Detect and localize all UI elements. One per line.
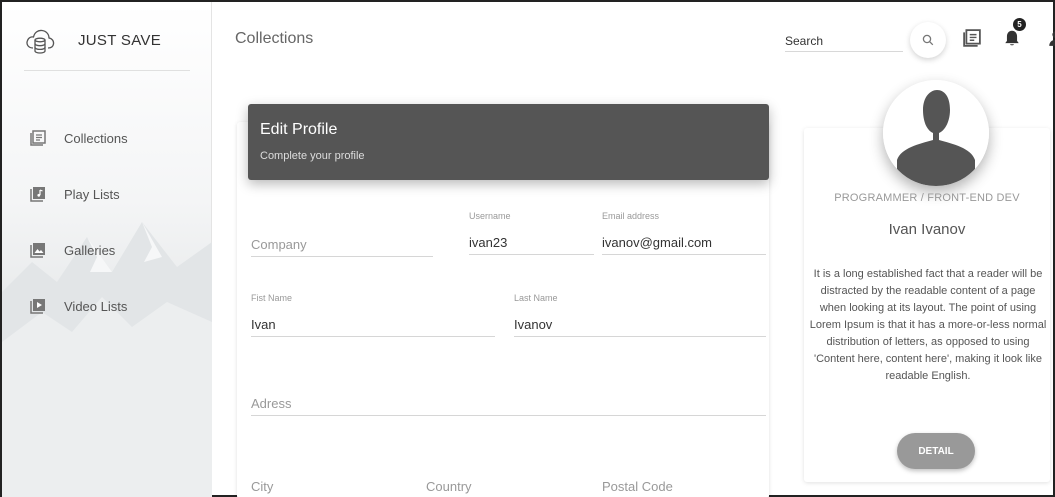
sidebar-nav: Collections Play Lists Galleries Video L… xyxy=(30,110,128,334)
username-label: Username xyxy=(469,211,511,221)
avatar[interactable] xyxy=(883,80,989,186)
username-input[interactable] xyxy=(469,231,594,255)
sidebar: JUST SAVE Collections Play Lists Galleri… xyxy=(2,2,212,497)
collections-icon[interactable] xyxy=(963,29,981,47)
email-field: Email address xyxy=(602,211,766,255)
company-field xyxy=(251,215,433,257)
search-icon xyxy=(922,34,934,46)
collections-icon xyxy=(30,130,46,146)
top-bar: Collections 5 xyxy=(213,2,1055,72)
sidebar-item-play-lists[interactable]: Play Lists xyxy=(30,166,128,222)
email-label: Email address xyxy=(602,211,660,221)
sidebar-item-label: Video Lists xyxy=(64,298,128,314)
sidebar-item-galleries[interactable]: Galleries xyxy=(30,222,128,278)
sidebar-item-collections[interactable]: Collections xyxy=(30,110,128,166)
address-field xyxy=(251,390,766,416)
person-silhouette-icon xyxy=(883,80,989,186)
city-field xyxy=(251,472,411,497)
city-input[interactable] xyxy=(251,474,411,497)
profile-bio: It is a long established fact that a rea… xyxy=(809,268,1047,382)
sidebar-item-label: Collections xyxy=(64,130,128,146)
bell-icon[interactable] xyxy=(1003,29,1021,47)
first-name-input[interactable] xyxy=(251,313,495,337)
profile-role: PROGRAMMER / FRONT-END DEV xyxy=(834,192,1020,204)
last-name-field: Last Name xyxy=(514,293,766,337)
card-subtitle: Complete your profile xyxy=(260,150,365,162)
edit-profile-header: Edit Profile Complete your profile xyxy=(248,104,769,180)
search-input[interactable] xyxy=(785,24,903,52)
address-input[interactable] xyxy=(251,392,766,416)
last-name-label: Last Name xyxy=(514,293,558,303)
country-field xyxy=(426,472,586,497)
notification-badge: 5 xyxy=(1013,18,1026,31)
postal-code-input[interactable] xyxy=(602,474,766,497)
last-name-input[interactable] xyxy=(514,313,766,337)
detail-button[interactable]: DETAIL xyxy=(897,433,975,469)
page-title: Collections xyxy=(235,30,314,47)
sidebar-item-video-lists[interactable]: Video Lists xyxy=(30,278,128,334)
search-button[interactable] xyxy=(910,22,946,58)
postal-code-field xyxy=(602,472,766,497)
brand[interactable]: JUST SAVE xyxy=(24,24,161,56)
gallery-icon xyxy=(30,243,45,258)
username-field: Username xyxy=(469,211,594,255)
country-input[interactable] xyxy=(426,474,586,497)
video-list-icon xyxy=(30,299,45,314)
profile-name: Ivan Ivanov xyxy=(888,221,966,238)
cloud-database-icon xyxy=(26,29,55,54)
sidebar-item-label: Play Lists xyxy=(64,186,120,202)
first-name-label: Fist Name xyxy=(251,293,293,303)
card-title: Edit Profile xyxy=(260,121,338,138)
company-input[interactable] xyxy=(251,233,433,257)
playlist-icon xyxy=(30,187,45,202)
sidebar-divider xyxy=(24,70,190,71)
email-input[interactable] xyxy=(602,231,766,255)
first-name-field: Fist Name xyxy=(251,293,495,337)
brand-name: JUST SAVE xyxy=(78,31,162,49)
user-icon[interactable] xyxy=(1047,29,1055,47)
sidebar-item-label: Galleries xyxy=(64,242,116,258)
